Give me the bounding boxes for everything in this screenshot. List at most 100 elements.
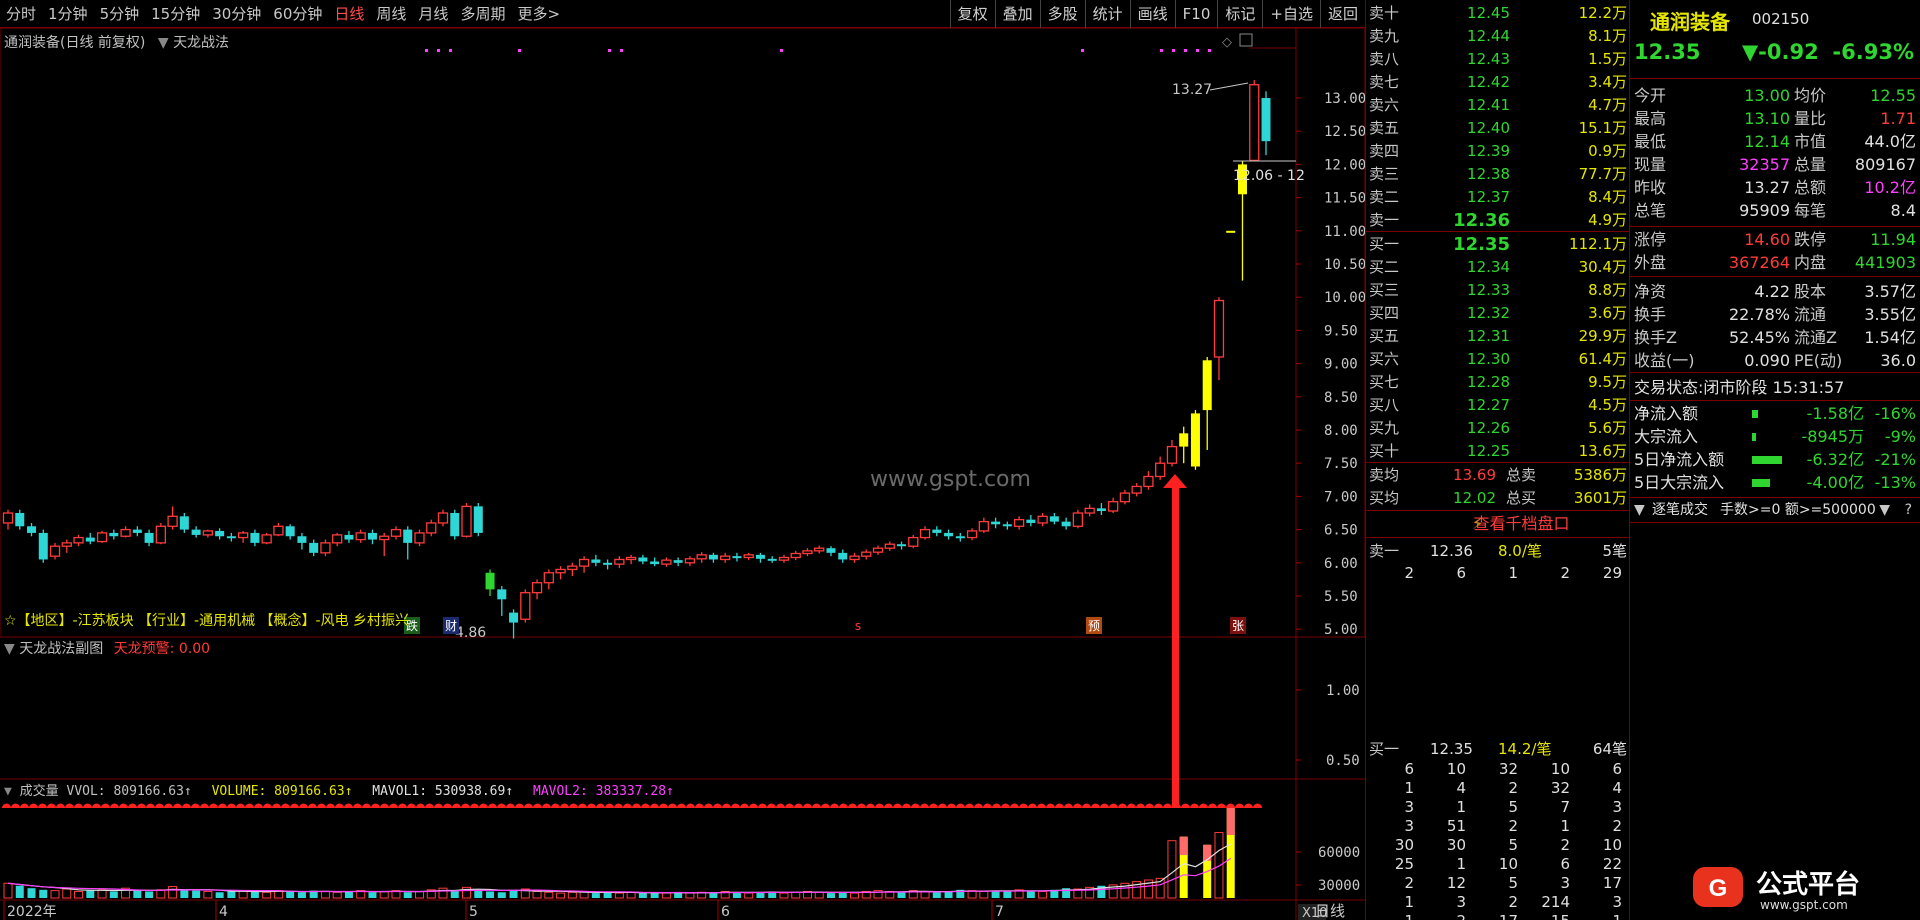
buy-queue-item: 3 [1456, 893, 1466, 911]
toolbar-btn-3[interactable]: 统计 [1084, 0, 1130, 28]
volume-bar [1038, 890, 1048, 899]
ask-row[interactable]: 卖六 12.41 4.7万 [1366, 94, 1631, 117]
signal-dot [1172, 49, 1175, 52]
buy-queue-item: 2 [1508, 779, 1518, 797]
flow-value: -8945万 [1801, 427, 1865, 446]
bid-row[interactable]: 买三 12.33 8.8万 [1366, 279, 1631, 302]
volume-title[interactable]: 成交量 [20, 784, 59, 799]
sub-baseline-dot [56, 803, 65, 808]
ticks-header: ▼ 逐笔成交 手数>=0 额>=500000 ▼ ? [1630, 499, 1920, 521]
signal-dot [449, 49, 452, 52]
toolbar-btn-6[interactable]: 标记 [1217, 0, 1262, 28]
filter-icon[interactable]: ▼ [1879, 499, 1890, 521]
candle-body [1108, 501, 1119, 512]
toolbar-btn-7[interactable]: +自选 [1262, 0, 1320, 28]
sub-baseline-dot [1046, 803, 1055, 808]
volume-bar [897, 892, 906, 898]
sell-queue: 2 6 1 2 29 [1366, 562, 1631, 584]
indicator-dropdown-icon[interactable]: ▼ [158, 35, 169, 51]
toolbar-btn-4[interactable]: 画线 [1129, 0, 1175, 28]
buy-queue-item: 12 [1446, 874, 1466, 892]
period-tab-6[interactable]: 日线 [328, 0, 370, 28]
kline-chart-area[interactable]: 13.00 12.50 12.00 11.50 11.00 10.50 10.00 9.50 9… [0, 28, 1365, 920]
stats-value2: 10.2亿 [1864, 178, 1916, 197]
buy-queue-item: 10 [1550, 760, 1570, 778]
volume-bar [474, 889, 483, 898]
price-tick-label: 10.50 [1324, 257, 1365, 273]
indicator-dropdown-icon[interactable]: ▼ [4, 641, 15, 657]
period-tab-2[interactable]: 5分钟 [94, 0, 146, 28]
low-label: 4.86 [455, 625, 486, 641]
bid-row[interactable]: 买一 12.35 112.1万 [1366, 233, 1631, 256]
candle-body [96, 532, 108, 543]
volume-bar [97, 889, 107, 899]
ask-price: 12.38 [1467, 165, 1510, 183]
bid-row[interactable]: 买七 12.28 9.5万 [1366, 371, 1631, 394]
sub-baseline-dot [371, 803, 380, 808]
help-icon[interactable]: ? [1905, 499, 1912, 521]
candle-body [485, 572, 495, 590]
period-tab-8[interactable]: 月线 [412, 0, 454, 28]
indicator-name[interactable]: 天龙战法 [173, 35, 229, 51]
stats-value: 32357 [1739, 155, 1790, 174]
bid-row[interactable]: 买四 12.32 3.6万 [1366, 302, 1631, 325]
ask-row[interactable]: 卖八 12.43 1.5万 [1366, 48, 1631, 71]
sub-baseline-dot [470, 803, 479, 808]
limits-value2: 441903 [1854, 253, 1916, 272]
indicator-dropdown-icon[interactable]: ▼ [4, 784, 12, 799]
toolbar-btn-2[interactable]: 多股 [1039, 0, 1085, 28]
bid-row[interactable]: 买八 12.27 4.5万 [1366, 394, 1631, 417]
toolbar-btn-5[interactable]: F10 [1174, 0, 1218, 28]
period-tab-10[interactable]: 更多> [511, 0, 566, 28]
ticks-title[interactable]: 逐笔成交 [1652, 499, 1708, 521]
period-tab-4[interactable]: 30分钟 [206, 0, 267, 28]
toolbar-btn-1[interactable]: 叠加 [994, 0, 1040, 28]
period-tab-5[interactable]: 60分钟 [267, 0, 328, 28]
ask-row[interactable]: 卖二 12.37 8.4万 [1366, 186, 1631, 209]
buy-queue-item: 51 [1446, 817, 1466, 835]
ticks-dropdown-icon[interactable]: ▼ [1634, 499, 1645, 521]
ticks-filter[interactable]: 手数>=0 额>=500000 [1720, 499, 1876, 521]
bid-row[interactable]: 买五 12.31 29.9万 [1366, 325, 1631, 348]
bid-row[interactable]: 买九 12.26 5.6万 [1366, 417, 1631, 440]
period-tab-1[interactable]: 1分钟 [42, 0, 94, 28]
sub-baseline-dot [11, 803, 20, 808]
volume-bar [838, 892, 847, 898]
diamond-icon[interactable]: ◇ [1222, 35, 1232, 50]
period-tab-9[interactable]: 多周期 [454, 0, 511, 28]
period-tab-3[interactable]: 15分钟 [145, 0, 206, 28]
volume-bar [368, 892, 377, 898]
ask-row[interactable]: 卖三 12.38 77.7万 [1366, 163, 1631, 186]
buy-queue-item: 1 [1574, 912, 1622, 920]
ask-label: 卖七 [1369, 73, 1400, 91]
toolbar-btn-8[interactable]: 返回 [1319, 0, 1365, 28]
candle-body [120, 528, 131, 537]
ask-row[interactable]: 卖九 12.44 8.1万 [1366, 25, 1631, 48]
sub-baseline-dot [758, 803, 767, 808]
bid-row[interactable]: 买十 12.25 13.6万 [1366, 440, 1631, 463]
candle-body [1166, 445, 1178, 464]
ask-label: 卖一 [1369, 211, 1400, 229]
ask-row[interactable]: 卖四 12.39 0.9万 [1366, 140, 1631, 163]
stats-label2: 每笔 [1794, 201, 1827, 220]
sell1-label: 卖一 [1369, 542, 1400, 560]
sub-chart-title[interactable]: 天龙战法副图 [19, 641, 103, 657]
period-tab-7[interactable]: 周线 [370, 0, 412, 28]
candle-body [578, 558, 590, 567]
bottom-tab[interactable]: 日线 [1315, 902, 1345, 920]
ask-row[interactable]: 卖五 12.40 15.1万 [1366, 117, 1631, 140]
buy-queue-item: 15 [1522, 912, 1570, 920]
volume-bar [332, 891, 342, 899]
bid-row[interactable]: 买六 12.30 61.4万 [1366, 348, 1631, 371]
sub-baseline-dot [506, 803, 515, 808]
ask-row[interactable]: 卖十 12.45 12.2万 [1366, 2, 1631, 25]
bid-row[interactable]: 买二 12.34 30.4万 [1366, 256, 1631, 279]
close-icon[interactable] [1239, 33, 1253, 47]
period-tab-0[interactable]: 分时 [0, 0, 42, 28]
toolbar-btn-0[interactable]: 复权 [949, 0, 995, 28]
ask-row[interactable]: 卖一 12.36 4.9万 [1366, 209, 1631, 232]
fund-value2: 3.57亿 [1864, 282, 1916, 301]
sub-baseline-dot [209, 803, 218, 808]
depth-button[interactable]: ⚡ 查看千档盘口 [1366, 512, 1629, 536]
ask-row[interactable]: 卖七 12.42 3.4万 [1366, 71, 1631, 94]
